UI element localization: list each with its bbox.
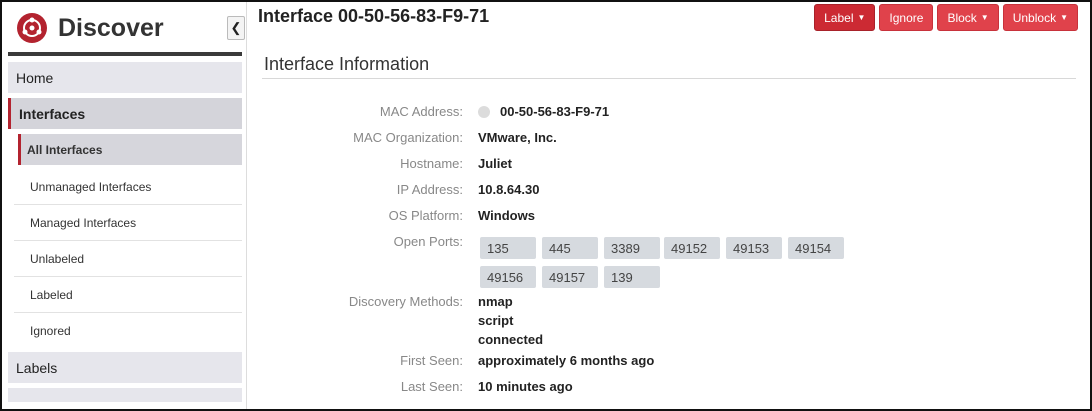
block-button[interactable]: Block ▼ <box>937 4 999 31</box>
sidebar-subitem-managed-interfaces[interactable]: Managed Interfaces <box>14 205 242 241</box>
sidebar-item-label: Unlabeled <box>30 251 85 266</box>
app-window: Discover ❮ Home Interfaces All Interface… <box>0 0 1092 411</box>
unblock-button-text: Unblock <box>1012 10 1057 25</box>
mac-address-text: 00-50-56-83-F9-71 <box>500 104 610 119</box>
last-seen-value: 10 minutes ago <box>478 379 573 394</box>
ip-address-label: IP Address: <box>396 182 463 197</box>
sidebar-item-label: Home <box>16 69 54 86</box>
hostname-value: Juliet <box>478 156 512 171</box>
port-badge: 445 <box>542 237 598 259</box>
sidebar-item-labels[interactable]: Labels <box>8 352 242 383</box>
os-platform-label: OS Platform: <box>388 208 463 223</box>
sidebar-subitem-all-interfaces[interactable]: All Interfaces <box>18 134 242 165</box>
port-badge: 139 <box>604 266 660 288</box>
brand: Discover <box>16 8 164 48</box>
sidebar-subitem-unmanaged-interfaces[interactable]: Unmanaged Interfaces <box>14 169 242 205</box>
unblock-button[interactable]: Unblock ▼ <box>1002 4 1078 31</box>
first-seen-label: First Seen: <box>400 353 463 368</box>
sidebar-item-interfaces[interactable]: Interfaces <box>8 98 242 129</box>
port-badge: 49154 <box>788 237 844 259</box>
port-badge: 49153 <box>726 237 782 259</box>
port-badge: 49152 <box>664 237 720 259</box>
collapse-sidebar-button[interactable]: ❮ <box>227 16 245 40</box>
mac-address-label: MAC Address: <box>379 104 463 119</box>
open-ports-label: Open Ports: <box>393 234 463 249</box>
mac-address-value: 00-50-56-83-F9-71 <box>478 104 609 119</box>
label-button[interactable]: Label ▼ <box>814 4 876 31</box>
sidebar-item-label: Interfaces <box>19 105 86 122</box>
label-button-text: Label <box>824 10 854 25</box>
discovery-method: connected <box>478 332 544 347</box>
page-title: Interface 00-50-56-83-F9-71 <box>258 6 490 26</box>
ignore-button[interactable]: Ignore <box>879 4 934 31</box>
os-platform-value: Windows <box>478 208 535 223</box>
sidebar-subitem-unlabeled[interactable]: Unlabeled <box>14 241 242 277</box>
sidebar-item-label: Labels <box>16 359 58 376</box>
sidebar-item-label: All Interfaces <box>27 142 103 157</box>
discovery-methods-label: Discovery Methods: <box>348 294 463 309</box>
section-title: Interface Information <box>264 54 430 74</box>
block-button-text: Block <box>947 10 977 25</box>
sidebar-item-label: Ignored <box>30 323 71 338</box>
mac-organization-label: MAC Organization: <box>353 130 463 145</box>
caret-down-icon: ▼ <box>857 13 866 22</box>
brand-divider <box>8 52 242 56</box>
action-toolbar: Label ▼ Ignore Block ▼ Unblock ▼ <box>814 4 1078 31</box>
sidebar: Discover ❮ Home Interfaces All Interface… <box>2 2 247 409</box>
discovery-method: nmap <box>478 294 513 309</box>
sidebar-item-label: Labeled <box>30 287 73 302</box>
section-divider <box>262 78 1076 79</box>
sidebar-item-label: Managed Interfaces <box>30 215 137 230</box>
port-badge: 135 <box>480 237 536 259</box>
ip-address-value: 10.8.64.30 <box>478 182 540 197</box>
discover-logo-icon <box>17 13 47 43</box>
caret-down-icon: ▼ <box>980 13 989 22</box>
hostname-label: Hostname: <box>400 156 463 171</box>
sidebar-item-next[interactable] <box>8 388 242 402</box>
port-badge: 49156 <box>480 266 536 288</box>
status-dot-icon <box>478 106 490 118</box>
sidebar-subitem-labeled[interactable]: Labeled <box>14 277 242 313</box>
app-title: Discover <box>58 13 164 42</box>
mac-organization-value: VMware, Inc. <box>478 130 557 145</box>
main-content: Interface 00-50-56-83-F9-71 Label ▼ Igno… <box>258 2 1090 409</box>
chevron-left-icon: ❮ <box>230 20 242 35</box>
ignore-button-text: Ignore <box>889 10 924 25</box>
caret-down-icon: ▼ <box>1060 13 1068 22</box>
sidebar-subitem-ignored[interactable]: Ignored <box>14 313 242 348</box>
port-badge: 49157 <box>542 266 598 288</box>
port-badge: 3389 <box>604 237 660 259</box>
sidebar-item-label: Unmanaged Interfaces <box>30 179 152 194</box>
sidebar-nav: Home Interfaces All Interfaces Unmanaged… <box>8 62 242 407</box>
last-seen-label: Last Seen: <box>400 379 463 394</box>
discovery-method: script <box>478 313 514 328</box>
first-seen-value: approximately 6 months ago <box>478 353 655 368</box>
sidebar-item-home[interactable]: Home <box>8 62 242 93</box>
